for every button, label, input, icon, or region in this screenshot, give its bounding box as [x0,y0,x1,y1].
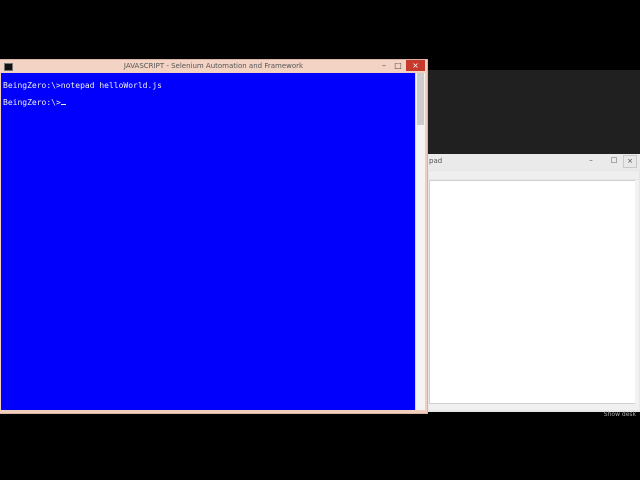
cmd-vertical-scrollbar[interactable] [416,73,425,410]
console-line-text: BeingZero:\>notepad helloWorld.js [3,81,162,90]
notepad-window[interactable]: pad – □ × [424,154,640,412]
notepad-minimize-button[interactable]: – [585,155,597,166]
command-prompt-window[interactable]: JAVASCRIPT - Selenium Automation and Fra… [0,60,427,413]
console-prompt-line: BeingZero:\> [3,98,66,107]
notepad-title: pad [429,157,443,165]
notepad-close-button[interactable]: × [623,155,637,168]
console-line: BeingZero:\>notepad helloWorld.js [3,81,162,90]
notepad-horizontal-scrollbar[interactable] [429,404,639,410]
desktop-background [427,70,640,156]
notepad-maximize-button[interactable]: □ [608,155,620,166]
cmd-window-title: JAVASCRIPT - Selenium Automation and Fra… [123,62,304,70]
cmd-close-button[interactable]: × [406,60,425,71]
cmd-maximize-button[interactable]: □ [392,60,404,71]
console-prompt-text: BeingZero:\> [3,98,61,107]
cmd-minimize-button[interactable]: – [378,60,390,71]
text-cursor [60,104,66,105]
notepad-menu-bar[interactable] [429,171,639,179]
cmd-title-bar[interactable]: JAVASCRIPT - Selenium Automation and Fra… [0,60,427,72]
show-desktop-label[interactable]: Show desk [604,411,636,418]
console-output[interactable]: BeingZero:\>notepad helloWorld.js BeingZ… [1,73,415,410]
cmd-scrollbar-thumb[interactable] [417,73,424,125]
notepad-text-area[interactable] [429,180,639,404]
notepad-title-bar[interactable]: pad – □ × [425,154,640,170]
notepad-vertical-scrollbar[interactable] [635,180,639,404]
